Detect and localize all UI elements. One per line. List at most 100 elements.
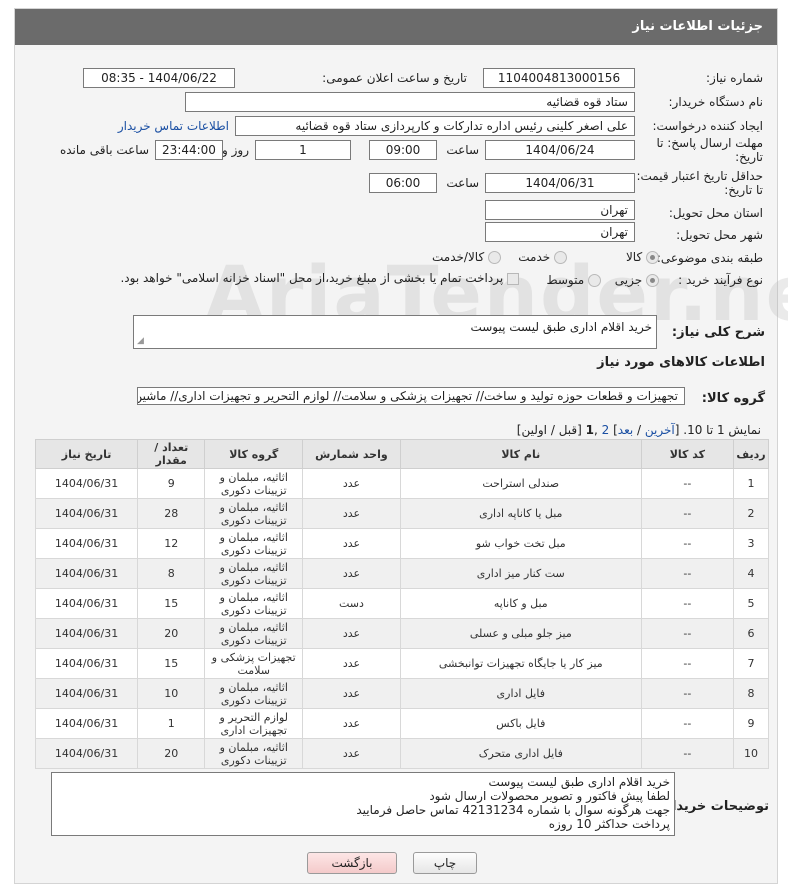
cell-date: 1404/06/31 (34, 588, 139, 619)
table-row: 9 -- فایل باکس عدد لوازم التحریر و تجهیزات ا… (34, 708, 769, 739)
cell-name: فایل اداری (399, 678, 642, 709)
cell-row-number: 7 (733, 648, 769, 679)
cell-name: مبل تخت خواب شو (399, 528, 642, 559)
goods-section-title: اطلاعات کالاهای مورد نیاز (597, 355, 765, 370)
col-header-row-number: ردیف (733, 439, 769, 469)
cell-quantity: 20 (137, 618, 206, 649)
category-service-option[interactable]: خدمت (518, 250, 567, 264)
cell-row-number: 3 (733, 528, 769, 559)
goods-group-field: تجهیزات و قطعات حوزه تولید و ساخت// تجهی… (137, 387, 685, 405)
cell-unit: عدد (302, 678, 401, 709)
province-field: تهران (485, 200, 635, 220)
table-row: 5 -- مبل و کاناپه دست اثاثیه، مبلمان و تزیین… (34, 588, 769, 619)
items-table: ردیف کد کالا نام کالا واحد شمارش گروه کا… (34, 439, 769, 769)
table-header-row: ردیف کد کالا نام کالا واحد شمارش گروه کا… (34, 439, 769, 469)
cell-row-number: 4 (733, 558, 769, 589)
radio-icon[interactable] (488, 251, 501, 264)
category-goods-service-option[interactable]: کالا/خدمت (432, 250, 501, 264)
need-number-label: شماره نیاز: (706, 71, 763, 85)
description-label: شرح کلی نیاز: (671, 325, 765, 340)
radio-icon[interactable] (554, 251, 567, 264)
buyer-notes-textarea[interactable]: خرید اقلام اداری طبق لیست پیوست لطفا پیش… (51, 772, 675, 836)
cell-date: 1404/06/31 (34, 708, 139, 739)
table-row: 10 -- فایل اداری متحرک عدد اثاثیه، مبلمان و … (34, 738, 769, 769)
print-button[interactable]: چاپ (413, 852, 477, 874)
category-goods-option[interactable]: کالا (626, 250, 659, 264)
table-row: 6 -- میز جلو مبلی و عسلی عدد اثاثیه، مبلمان … (34, 618, 769, 649)
cell-code: -- (640, 528, 735, 559)
col-header-group: گروه کالا (204, 439, 304, 469)
table-row: 7 -- میز کار یا جایگاه تجهیزات توانبخشی عدد… (34, 648, 769, 679)
resize-grip-icon[interactable]: ◢ (137, 336, 144, 346)
buyer-note-line: جهت هرگونه سوال با شماره 42131234 تماس ح… (356, 803, 670, 817)
buyer-org-field: ستاد قوه قضائیه (185, 92, 635, 112)
need-number-field: 1104004813000156 (483, 68, 635, 88)
cell-code: -- (640, 648, 735, 679)
cell-code: -- (640, 738, 735, 769)
deadline-time-label: ساعت (446, 143, 479, 157)
cell-quantity: 28 (137, 498, 206, 529)
col-header-name: نام کالا (399, 439, 642, 469)
goods-group-label: گروه کالا: (701, 391, 765, 406)
contact-info-link[interactable]: اطلاعات تماس خریدار (118, 119, 229, 133)
cell-date: 1404/06/31 (34, 648, 139, 679)
cell-row-number: 2 (733, 498, 769, 529)
remaining-label: ساعت باقی مانده (59, 143, 149, 157)
cell-code: -- (640, 558, 735, 589)
cell-code: -- (640, 468, 735, 499)
payment-note: پرداخت تمام یا بخشی از مبلغ خرید،از محل … (120, 271, 519, 285)
cell-name: میز جلو مبلی و عسلی (399, 618, 642, 649)
price-time-field: 06:00 (369, 173, 437, 193)
cell-unit: عدد (302, 738, 401, 769)
cell-date: 1404/06/31 (34, 618, 139, 649)
col-header-date: تاریخ نیاز (34, 439, 139, 469)
cell-group: اثاثیه، مبلمان و تزیینات دکوری (204, 468, 304, 499)
radio-icon[interactable] (646, 274, 659, 287)
cell-unit: عدد (302, 648, 401, 679)
cell-group: اثاثیه، مبلمان و تزیینات دکوری (204, 528, 304, 559)
table-row: 3 -- مبل تخت خواب شو عدد اثاثیه، مبلمان و تز… (34, 528, 769, 559)
table-row: 8 -- فایل اداری عدد اثاثیه، مبلمان و تزیینات… (34, 678, 769, 709)
cell-date: 1404/06/31 (34, 498, 139, 529)
col-header-unit: واحد شمارش (302, 439, 401, 469)
back-button[interactable]: بازگشت (307, 852, 397, 874)
cell-unit: عدد (302, 528, 401, 559)
cell-name: ست کنار میز اداری (399, 558, 642, 589)
cell-quantity: 1 (137, 708, 206, 739)
cell-group: اثاثیه، مبلمان و تزیینات دکوری (204, 618, 304, 649)
process-small-option[interactable]: جزیی (615, 273, 659, 287)
cell-quantity: 12 (137, 528, 206, 559)
cell-quantity: 20 (137, 738, 206, 769)
deadline-label: مهلت ارسال پاسخ: تا (656, 136, 763, 150)
cell-code: -- (640, 498, 735, 529)
creator-field: علی اصغر کلینی رئیس اداره تدارکات و کارپ… (235, 116, 635, 136)
cell-quantity: 9 (137, 468, 206, 499)
cell-group: لوازم التحریر و تجهیزات اداری (204, 708, 304, 739)
province-label: استان محل تحویل: (668, 206, 763, 220)
col-header-quantity: تعداد / مقدار (137, 439, 206, 469)
cell-code: -- (640, 588, 735, 619)
description-textarea[interactable]: خرید اقلام اداری طبق لیست پیوست ◢ (133, 315, 657, 349)
radio-icon[interactable] (588, 274, 601, 287)
checkbox-icon[interactable] (507, 272, 519, 285)
price-validity-label-2: تا تاریخ: (724, 183, 763, 197)
table-row: 4 -- ست کنار میز اداری عدد اثاثیه، مبلمان و … (34, 558, 769, 589)
description-value: خرید اقلام اداری طبق لیست پیوست (470, 320, 652, 334)
cell-group: اثاثیه، مبلمان و تزیینات دکوری (204, 558, 304, 589)
announce-field: 1404/06/22 - 08:35 (83, 68, 235, 88)
cell-quantity: 15 (137, 588, 206, 619)
page: جزئیات اطلاعات نیاز AriaTender.neT شماره… (0, 0, 788, 890)
cell-unit: عدد (302, 618, 401, 649)
radio-icon[interactable] (646, 251, 659, 264)
table-body: 1 -- صندلی استراحت عدد اثاثیه، مبلمان و تزیی… (34, 468, 769, 769)
pagination-next-link[interactable]: بعد (618, 423, 633, 437)
cell-quantity: 8 (137, 558, 206, 589)
cell-group: تجهیزات پزشکی و سلامت (204, 648, 304, 679)
price-time-label: ساعت (446, 176, 479, 190)
deadline-time-field: 09:00 (369, 140, 437, 160)
process-medium-option[interactable]: متوسط (546, 273, 601, 287)
cell-code: -- (640, 618, 735, 649)
pagination-last-link[interactable]: آخرین (645, 423, 675, 437)
buyer-note-line: پرداخت حداکثر 10 روزه (548, 817, 670, 831)
category-label: طبقه بندی موضوعی: (656, 251, 763, 265)
